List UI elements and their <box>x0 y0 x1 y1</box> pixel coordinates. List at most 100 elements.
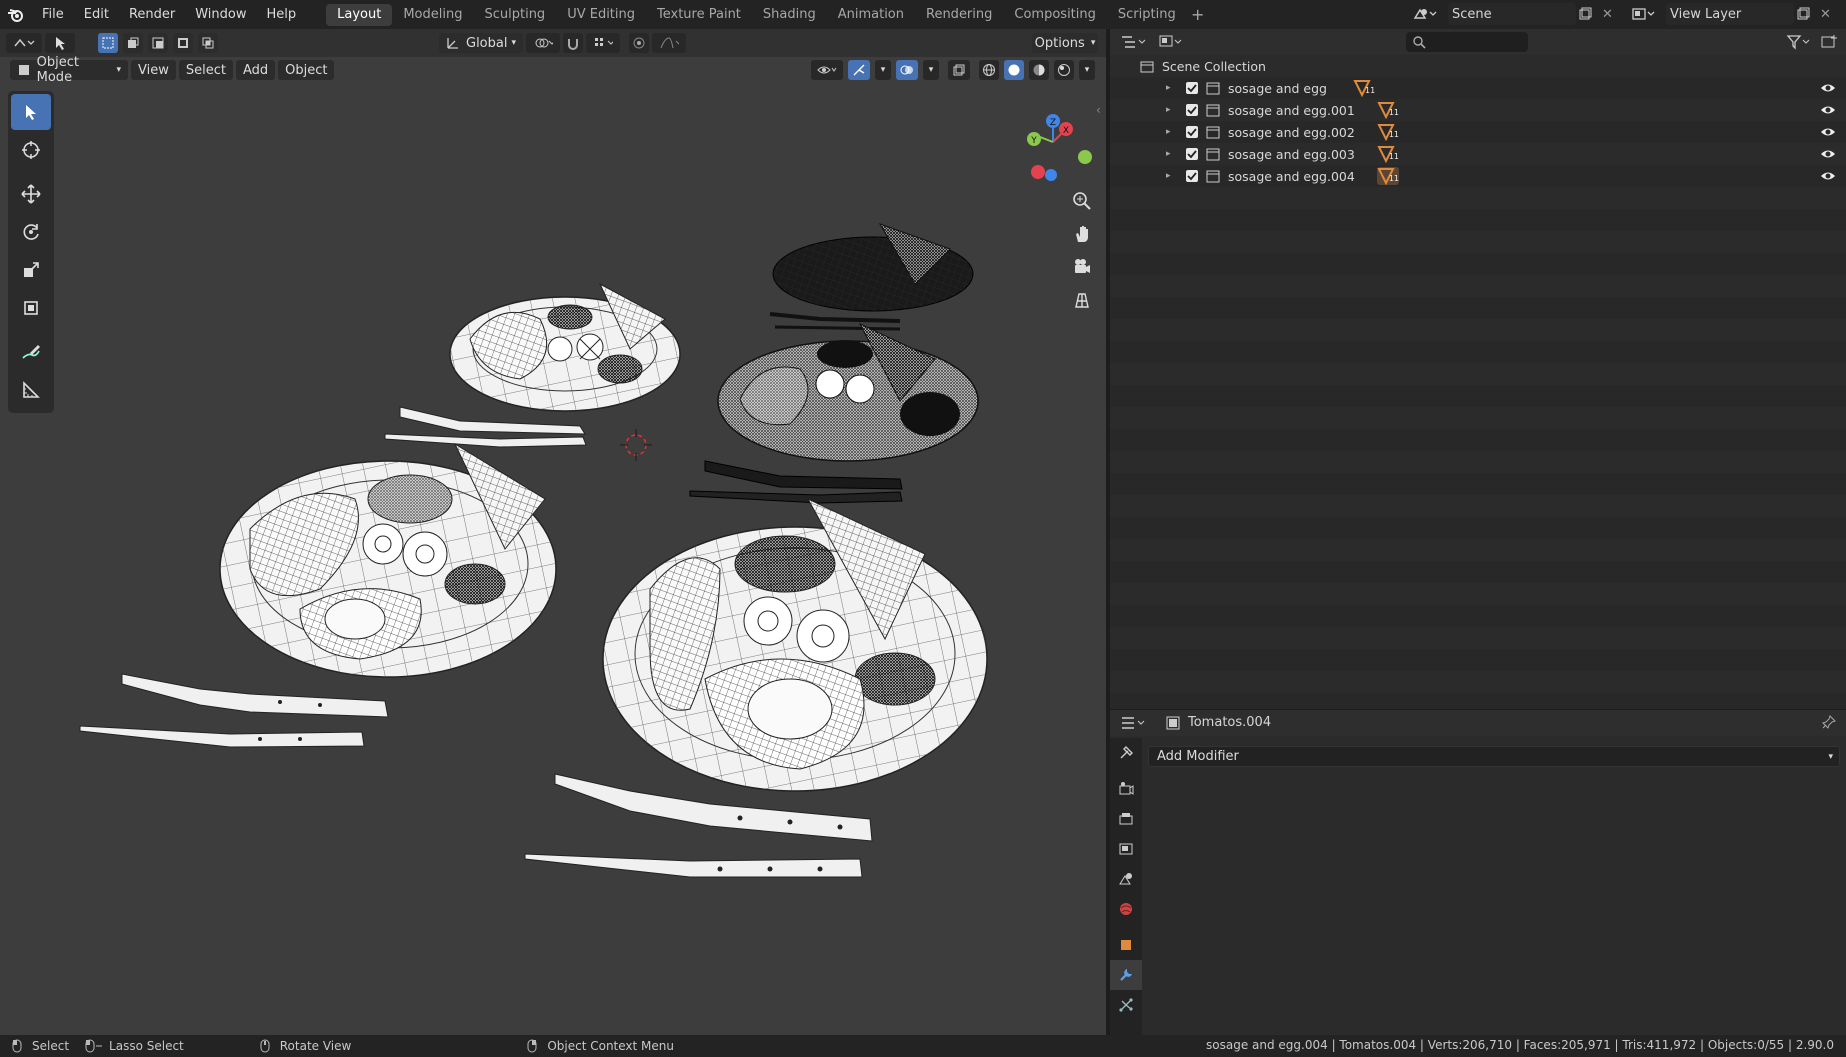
object-properties-icon[interactable] <box>1110 930 1142 960</box>
tab-compositing[interactable]: Compositing <box>1003 4 1107 26</box>
view-layer-properties-icon[interactable] <box>1110 834 1142 864</box>
gizmo-toggle-icon[interactable] <box>848 60 870 80</box>
options-dropdown[interactable]: Options ▾ <box>1032 33 1098 53</box>
pin-icon[interactable] <box>1822 715 1836 733</box>
mesh-data-icon[interactable]: 11 <box>1376 167 1399 186</box>
render-properties-icon[interactable] <box>1110 774 1142 804</box>
tab-uv-editing[interactable]: UV Editing <box>556 4 646 26</box>
editor-type-icon[interactable] <box>6 33 42 53</box>
mesh-data-icon[interactable]: 11 <box>1377 145 1399 164</box>
snap-increment-icon[interactable] <box>586 33 620 53</box>
pivot-point-icon[interactable] <box>526 33 560 53</box>
exclude-checkbox[interactable] <box>1186 148 1198 160</box>
filter-icon[interactable] <box>1786 33 1812 55</box>
tab-modeling[interactable]: Modeling <box>392 4 473 26</box>
select-intersect-icon[interactable] <box>198 33 218 53</box>
menu-file[interactable]: File <box>32 0 74 29</box>
expand-arrow-icon[interactable]: ▸ <box>1166 127 1182 137</box>
exclude-checkbox[interactable] <box>1186 104 1198 116</box>
gizmo-dropdown-icon[interactable]: ▾ <box>875 60 891 80</box>
select-invert-icon[interactable] <box>173 33 193 53</box>
exclude-checkbox[interactable] <box>1186 82 1198 94</box>
menu-help[interactable]: Help <box>257 0 307 29</box>
display-mode-icon[interactable] <box>1158 33 1186 55</box>
tab-rendering[interactable]: Rendering <box>915 4 1003 26</box>
particle-properties-icon[interactable] <box>1110 990 1142 1020</box>
expand-arrow-icon[interactable]: ▸ <box>1166 149 1182 159</box>
menu-object[interactable]: Object <box>278 60 335 80</box>
tab-texture-paint[interactable]: Texture Paint <box>646 4 752 26</box>
scene-properties-icon[interactable] <box>1110 864 1142 894</box>
menu-window[interactable]: Window <box>185 0 256 29</box>
tab-scripting[interactable]: Scripting <box>1107 4 1187 26</box>
collection-row[interactable]: ▸ sosage and egg 11 <box>1110 77 1846 99</box>
delete-scene-icon[interactable]: ✕ <box>1602 3 1620 25</box>
expand-arrow-icon[interactable]: ▸ <box>1166 105 1182 115</box>
3d-viewport[interactable]: Global ▾ Options ▾ Object Mode ▾ View Se… <box>0 29 1106 1035</box>
transform-orientation-dropdown[interactable]: Global ▾ <box>439 33 523 53</box>
collection-row[interactable]: ▸ sosage and egg.004 11 <box>1110 165 1846 187</box>
exclude-checkbox[interactable] <box>1186 170 1198 182</box>
wireframe-shading-icon[interactable] <box>979 60 999 80</box>
collection-row[interactable]: ▸ sosage and egg.003 11 <box>1110 143 1846 165</box>
proportional-edit-icon[interactable] <box>629 33 649 53</box>
add-workspace-button[interactable]: + <box>1187 5 1209 24</box>
scene-collection-row[interactable]: Scene Collection <box>1110 55 1846 77</box>
editor-type-icon[interactable] <box>1120 33 1148 55</box>
tab-shading[interactable]: Shading <box>752 4 827 26</box>
add-modifier-dropdown[interactable]: Add Modifier ▾ <box>1148 746 1840 767</box>
overlays-toggle-icon[interactable] <box>896 60 918 80</box>
editor-type-icon[interactable] <box>1120 714 1148 736</box>
world-properties-icon[interactable] <box>1110 894 1142 924</box>
tool-properties-icon[interactable] <box>1110 738 1142 768</box>
expand-arrow-icon[interactable]: ▸ <box>1166 171 1182 181</box>
mesh-data-icon[interactable]: 11 <box>1353 79 1375 98</box>
tab-animation[interactable]: Animation <box>827 4 915 26</box>
output-properties-icon[interactable] <box>1110 804 1142 834</box>
3d-cursor-icon[interactable] <box>620 429 652 461</box>
overlays-dropdown-icon[interactable]: ▾ <box>923 60 939 80</box>
menu-render[interactable]: Render <box>119 0 185 29</box>
mesh-data-icon[interactable]: 11 <box>1377 123 1399 142</box>
menu-select[interactable]: Select <box>178 60 233 80</box>
select-subtract-icon[interactable] <box>148 33 168 53</box>
eye-icon[interactable] <box>1820 147 1836 164</box>
expand-arrow-icon[interactable]: ▸ <box>1166 83 1182 93</box>
select-extend-icon[interactable] <box>123 33 143 53</box>
eye-icon[interactable] <box>1820 169 1836 186</box>
scene-selector-icon[interactable] <box>1412 3 1448 25</box>
xray-toggle-icon[interactable] <box>948 60 970 80</box>
menu-add[interactable]: Add <box>235 60 276 80</box>
eye-icon[interactable] <box>1820 81 1836 98</box>
new-scene-icon[interactable] <box>1578 3 1600 25</box>
select-tool-icon[interactable] <box>45 33 75 53</box>
eye-icon[interactable] <box>1820 125 1836 142</box>
snap-toggle-icon[interactable] <box>563 33 583 53</box>
rendered-shading-icon[interactable] <box>1054 60 1074 80</box>
delete-view-layer-icon[interactable]: ✕ <box>1820 3 1838 25</box>
solid-shading-icon[interactable] <box>1004 60 1024 80</box>
scene-name-field[interactable]: Scene <box>1448 3 1576 25</box>
view-layer-selector-icon[interactable] <box>1630 3 1666 25</box>
material-shading-icon[interactable] <box>1029 60 1049 80</box>
new-view-layer-icon[interactable] <box>1796 3 1818 25</box>
shading-dropdown-icon[interactable]: ▾ <box>1079 60 1095 80</box>
outliner-search-input[interactable] <box>1406 32 1528 52</box>
mode-dropdown[interactable]: Object Mode ▾ <box>10 55 128 85</box>
mesh-data-icon[interactable]: 11 <box>1377 101 1399 120</box>
collection-row[interactable]: ▸ sosage and egg.001 11 <box>1110 99 1846 121</box>
eye-icon[interactable] <box>1820 103 1836 120</box>
collection-row[interactable]: ▸ sosage and egg.002 11 <box>1110 121 1846 143</box>
tab-sculpting[interactable]: Sculpting <box>473 4 556 26</box>
tab-layout[interactable]: Layout <box>326 3 393 26</box>
exclude-checkbox[interactable] <box>1186 126 1198 138</box>
visibility-selectability-icon[interactable] <box>811 60 843 80</box>
modifier-properties-icon[interactable] <box>1110 960 1142 990</box>
menu-edit[interactable]: Edit <box>74 0 119 29</box>
new-collection-icon[interactable] <box>1820 33 1838 55</box>
view-layer-field[interactable]: View Layer <box>1666 3 1794 25</box>
falloff-icon[interactable] <box>652 33 686 53</box>
blender-logo-icon[interactable] <box>0 0 32 29</box>
select-new-icon[interactable] <box>98 33 118 53</box>
menu-view[interactable]: View <box>131 60 176 80</box>
